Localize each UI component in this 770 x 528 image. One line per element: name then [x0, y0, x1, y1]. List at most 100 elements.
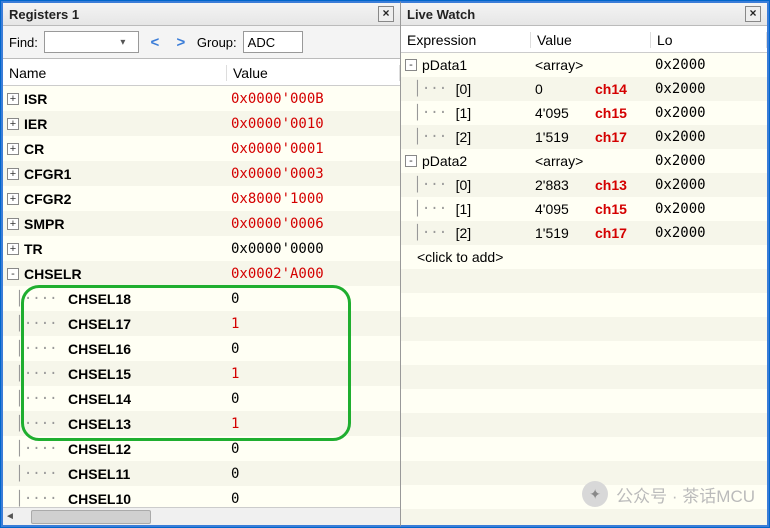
tree-line: │····	[7, 391, 66, 407]
group-select[interactable]: ADC	[243, 31, 303, 53]
watch-name: <click to add>	[417, 249, 503, 265]
watch-location: 0x2000	[651, 57, 767, 73]
watch-name: pData2	[422, 153, 467, 169]
col-name[interactable]: Name	[3, 65, 227, 81]
register-name: CFGR1	[24, 166, 71, 182]
watch-body[interactable]: -pData1<array>0x2000 │··· [0]0ch140x2000…	[401, 53, 767, 525]
register-bit-row[interactable]: │···· CHSEL11 0	[3, 461, 400, 486]
expand-icon[interactable]: +	[7, 193, 19, 205]
watch-add-row[interactable]: <click to add>	[401, 245, 767, 269]
watermark: ✦ 公众号 · 茶话MCU	[582, 481, 755, 507]
register-row[interactable]: +CR0x0000'0001	[3, 136, 400, 161]
register-row[interactable]: +TR0x0000'0000	[3, 236, 400, 261]
register-value: 0	[227, 391, 400, 407]
expand-icon[interactable]: +	[7, 118, 19, 130]
collapse-icon[interactable]: -	[405, 59, 417, 71]
register-value: 0x0000'0001	[227, 141, 400, 157]
watch-row[interactable]: -pData2<array>0x2000	[401, 149, 767, 173]
expand-icon[interactable]: +	[7, 243, 19, 255]
register-value: 0x0000'0010	[227, 116, 400, 132]
close-icon[interactable]: ×	[745, 6, 761, 22]
register-value: 0x8000'1000	[227, 191, 400, 207]
register-value: 0x0002'A000	[227, 266, 400, 282]
bit-name: CHSEL11	[66, 466, 130, 482]
register-bit-row[interactable]: │···· CHSEL160	[3, 336, 400, 361]
expand-icon[interactable]: +	[7, 168, 19, 180]
watch-value: 1'519ch17	[531, 225, 651, 241]
tree-line: │····	[7, 316, 66, 332]
col-location[interactable]: Lo	[651, 32, 767, 48]
register-bit-row[interactable]: │···· CHSEL180	[3, 286, 400, 311]
close-icon[interactable]: ×	[378, 6, 394, 22]
watch-child-row[interactable]: │··· [2]1'519ch170x2000	[401, 221, 767, 245]
register-row[interactable]: +SMPR0x0000'0006	[3, 211, 400, 236]
register-value: 1	[227, 416, 400, 432]
find-input[interactable]	[47, 35, 117, 49]
bit-name: CHSEL14	[66, 391, 131, 407]
tree-line: │···	[405, 201, 456, 217]
watch-value: 0ch14	[531, 81, 651, 97]
expand-icon[interactable]: +	[7, 93, 19, 105]
register-bit-row[interactable]: │···· CHSEL151	[3, 361, 400, 386]
prev-button[interactable]: <	[145, 32, 165, 52]
register-row[interactable]: +CFGR10x0000'0003	[3, 161, 400, 186]
col-value[interactable]: Value	[227, 65, 400, 81]
watch-child-row[interactable]: │··· [0]2'883ch130x2000	[401, 173, 767, 197]
register-row[interactable]: +IER0x0000'0010	[3, 111, 400, 136]
collapse-icon[interactable]: -	[7, 268, 19, 280]
scroll-left-icon[interactable]: ◄	[3, 511, 17, 522]
tree-line: │····	[7, 341, 66, 357]
tree-line: │···	[405, 81, 456, 97]
register-value: 1	[227, 366, 400, 382]
registers-panel: Registers 1 × Find: ▾ < > Group: ADC Nam…	[1, 1, 401, 527]
tree-line: │····	[7, 291, 66, 307]
watch-name: [0]	[456, 177, 472, 193]
find-input-wrapper[interactable]: ▾	[44, 31, 139, 53]
register-bit-row[interactable]: │···· CHSEL120	[3, 436, 400, 461]
wechat-icon: ✦	[582, 481, 608, 507]
watch-name: [2]	[456, 129, 472, 145]
register-row[interactable]: +CFGR20x8000'1000	[3, 186, 400, 211]
register-value: 0x0000'000B	[227, 91, 400, 107]
register-bit-row[interactable]: │···· CHSEL131	[3, 411, 400, 436]
tree-line: │···	[405, 129, 456, 145]
bit-name: CHSEL10	[66, 491, 131, 507]
register-row[interactable]: +ISR0x0000'000B	[3, 86, 400, 111]
register-row[interactable]: -CHSELR0x0002'A000	[3, 261, 400, 286]
expand-icon[interactable]: +	[7, 218, 19, 230]
tree-line: │···	[405, 225, 456, 241]
registers-titlebar: Registers 1 ×	[3, 3, 400, 26]
watch-columns: Expression Value Lo	[401, 26, 767, 53]
register-name: TR	[24, 241, 43, 257]
collapse-icon[interactable]: -	[405, 155, 417, 167]
registers-body[interactable]: +ISR0x0000'000B+IER0x0000'0010+CR0x0000'…	[3, 86, 400, 507]
register-name: SMPR	[24, 216, 64, 232]
watch-child-row[interactable]: │··· [2]1'519ch170x2000	[401, 125, 767, 149]
watch-name: [1]	[456, 105, 472, 121]
chevron-down-icon[interactable]: ▾	[117, 37, 129, 48]
bit-name: CHSEL12	[66, 441, 131, 457]
next-button[interactable]: >	[171, 32, 191, 52]
register-bit-row[interactable]: │···· CHSEL14 0	[3, 386, 400, 411]
live-watch-panel: Live Watch × Expression Value Lo -pData1…	[401, 1, 769, 527]
watch-titlebar: Live Watch ×	[401, 3, 767, 26]
register-bit-row[interactable]: │···· CHSEL171	[3, 311, 400, 336]
tree-line: │····	[7, 491, 66, 507]
watch-value: <array>	[531, 57, 651, 73]
expand-icon[interactable]: +	[7, 143, 19, 155]
watch-child-row[interactable]: │··· [1]4'095ch150x2000	[401, 197, 767, 221]
col-value[interactable]: Value	[531, 32, 651, 48]
register-value: 0	[227, 341, 400, 357]
register-bit-row[interactable]: │···· CHSEL100	[3, 486, 400, 507]
scroll-thumb[interactable]	[31, 510, 151, 524]
tree-line: │···	[405, 105, 456, 121]
watch-name: [0]	[456, 81, 472, 97]
col-expression[interactable]: Expression	[401, 32, 531, 48]
h-scrollbar[interactable]: ◄	[3, 507, 400, 525]
register-value: 0	[227, 466, 400, 482]
watch-row[interactable]: -pData1<array>0x2000	[401, 53, 767, 77]
tree-line: │····	[7, 466, 66, 482]
watch-location: 0x2000	[651, 153, 767, 169]
watch-child-row[interactable]: │··· [0]0ch140x2000	[401, 77, 767, 101]
watch-child-row[interactable]: │··· [1]4'095ch150x2000	[401, 101, 767, 125]
